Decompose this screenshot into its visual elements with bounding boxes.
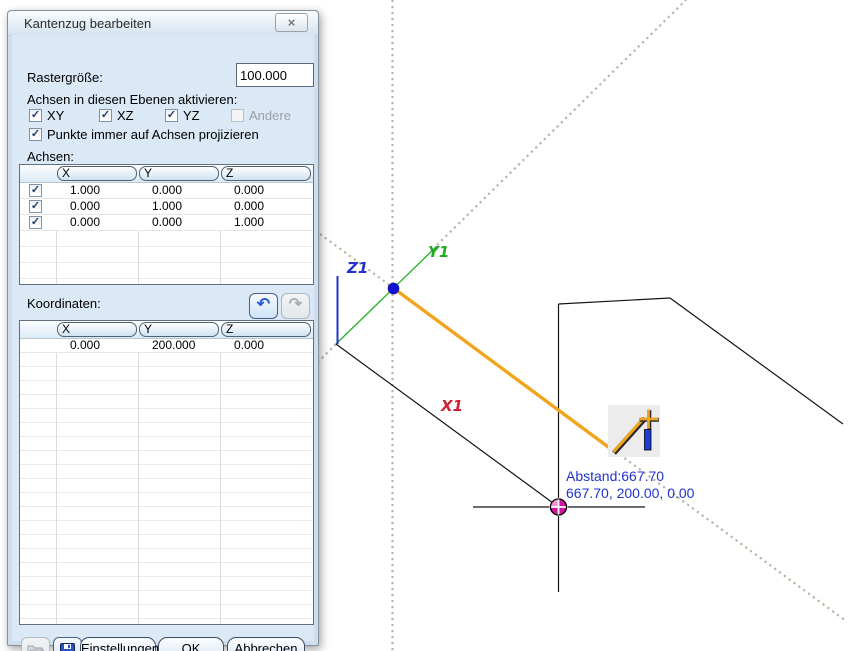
z-axis-label: Z1: [347, 259, 368, 277]
cell-x[interactable]: 0.000: [57, 339, 139, 352]
geometry-diagonal-edge[interactable]: [670, 298, 843, 424]
table-row[interactable]: ✓ 0.000 1.000 0.000: [20, 199, 313, 215]
dialog-title: Kantenzug bearbeiten: [24, 16, 151, 31]
axes-section-label: Achsen:: [27, 149, 74, 164]
cell-z[interactable]: 0.000: [221, 199, 313, 214]
checkbox-label: Andere: [249, 108, 291, 123]
cell-x[interactable]: 1.000: [57, 183, 139, 198]
cell-z[interactable]: 0.000: [221, 339, 313, 352]
checkbox-box: [231, 109, 244, 122]
checkbox-label: XY: [47, 108, 64, 123]
checkbox-box[interactable]: ✓: [29, 128, 42, 141]
coordinate-readout: 667.70, 200.00, 0.00: [566, 485, 694, 501]
current-point[interactable]: [388, 283, 399, 294]
cell-y[interactable]: 0.000: [139, 215, 221, 230]
close-icon: ×: [288, 15, 296, 30]
coordinates-table-body[interactable]: 0.000 200.000 0.000: [20, 339, 313, 624]
checkbox-label: XZ: [117, 108, 134, 123]
edit-polyline-dialog: Kantenzug bearbeiten × Rastergröße: Achs…: [7, 10, 319, 646]
axes-table-header: X Y Z: [20, 165, 313, 183]
dialog-titlebar[interactable]: Kantenzug bearbeiten ×: [8, 11, 318, 36]
redo-icon: ↷: [289, 296, 302, 313]
dialog-body: Rastergröße: Achsen in diesen Ebenen akt…: [12, 35, 314, 641]
coordinates-table-header: X Y Z: [20, 321, 313, 339]
checkbox-xy[interactable]: ✓ XY: [29, 108, 64, 122]
cell-y[interactable]: 1.000: [139, 199, 221, 214]
column-header-y[interactable]: Y: [139, 322, 219, 337]
distance-readout: Abstand:667.70: [566, 468, 664, 484]
column-header-x[interactable]: X: [57, 166, 137, 181]
cell-x[interactable]: 0.000: [57, 215, 139, 230]
settings-button[interactable]: Einstellungen: [80, 637, 156, 651]
axes-table[interactable]: X Y Z ✓ 1.000 0.000 0.000 ✓: [19, 164, 314, 285]
checkbox-box[interactable]: ✓: [165, 109, 178, 122]
draw-cursor-icon: [608, 405, 660, 457]
construction-line-y-below-origin: [317, 344, 336, 363]
column-header-z[interactable]: Z: [221, 166, 311, 181]
cell-x[interactable]: 0.000: [57, 199, 139, 214]
open-button: [21, 637, 50, 651]
checkbox-box[interactable]: ✓: [99, 109, 112, 122]
table-row[interactable]: ✓ 0.000 0.000 1.000: [20, 215, 313, 231]
column-header-x[interactable]: X: [57, 322, 137, 337]
snap-point-marker[interactable]: [550, 498, 568, 516]
planes-section-label: Achsen in diesen Ebenen aktivieren:: [27, 92, 237, 107]
checkbox-yz[interactable]: ✓ YZ: [165, 108, 200, 122]
column-header-y[interactable]: Y: [139, 166, 219, 181]
undo-icon: ↶: [257, 296, 270, 313]
construction-line-y-extension: [437, 0, 686, 245]
cell-y[interactable]: 200.000: [139, 339, 221, 352]
row-checkbox[interactable]: ✓: [29, 200, 42, 213]
redo-button: ↷: [281, 293, 310, 319]
table-row[interactable]: ✓ 1.000 0.000 0.000: [20, 183, 313, 199]
save-icon: [60, 643, 75, 651]
x-axis-label: X1: [441, 397, 463, 415]
save-button[interactable]: [53, 637, 82, 651]
cancel-button[interactable]: Abbrechen: [227, 637, 305, 651]
coordinates-section-label: Koordinaten:: [27, 296, 101, 311]
row-checkbox[interactable]: ✓: [29, 184, 42, 197]
cell-z[interactable]: 0.000: [221, 183, 313, 198]
table-row[interactable]: 0.000 200.000 0.000: [20, 339, 313, 353]
cell-y[interactable]: 0.000: [139, 183, 221, 198]
coordinates-table[interactable]: X Y Z 0.000 200.000 0.000: [19, 320, 314, 625]
close-button[interactable]: ×: [275, 13, 308, 32]
geometry-top-edge[interactable]: [559, 298, 671, 304]
app-canvas: Z1 Y1 X1 Abstand:667.70 667.70, 200.00, …: [0, 0, 849, 651]
checkbox-label: YZ: [183, 108, 200, 123]
row-checkbox[interactable]: ✓: [29, 216, 42, 229]
column-header-z[interactable]: Z: [221, 322, 311, 337]
cell-z[interactable]: 1.000: [221, 215, 313, 230]
checkbox-box[interactable]: ✓: [29, 109, 42, 122]
ok-button[interactable]: OK: [158, 637, 224, 651]
grid-size-label: Rastergröße:: [27, 70, 103, 85]
y-axis-label: Y1: [428, 243, 449, 261]
checkbox-project-points[interactable]: ✓ Punkte immer auf Achsen projizieren: [29, 127, 259, 141]
folder-icon: [27, 643, 44, 651]
checkbox-andere: Andere: [231, 108, 291, 122]
undo-button[interactable]: ↶: [249, 293, 278, 319]
checkbox-label: Punkte immer auf Achsen projizieren: [47, 127, 259, 142]
sketch-segment[interactable]: [394, 289, 613, 451]
x-axis-line: [336, 344, 559, 507]
axes-table-body[interactable]: ✓ 1.000 0.000 0.000 ✓ 0.000 1.000 0.000 …: [20, 183, 313, 284]
checkbox-xz[interactable]: ✓ XZ: [99, 108, 134, 122]
grid-size-input[interactable]: [236, 63, 314, 87]
